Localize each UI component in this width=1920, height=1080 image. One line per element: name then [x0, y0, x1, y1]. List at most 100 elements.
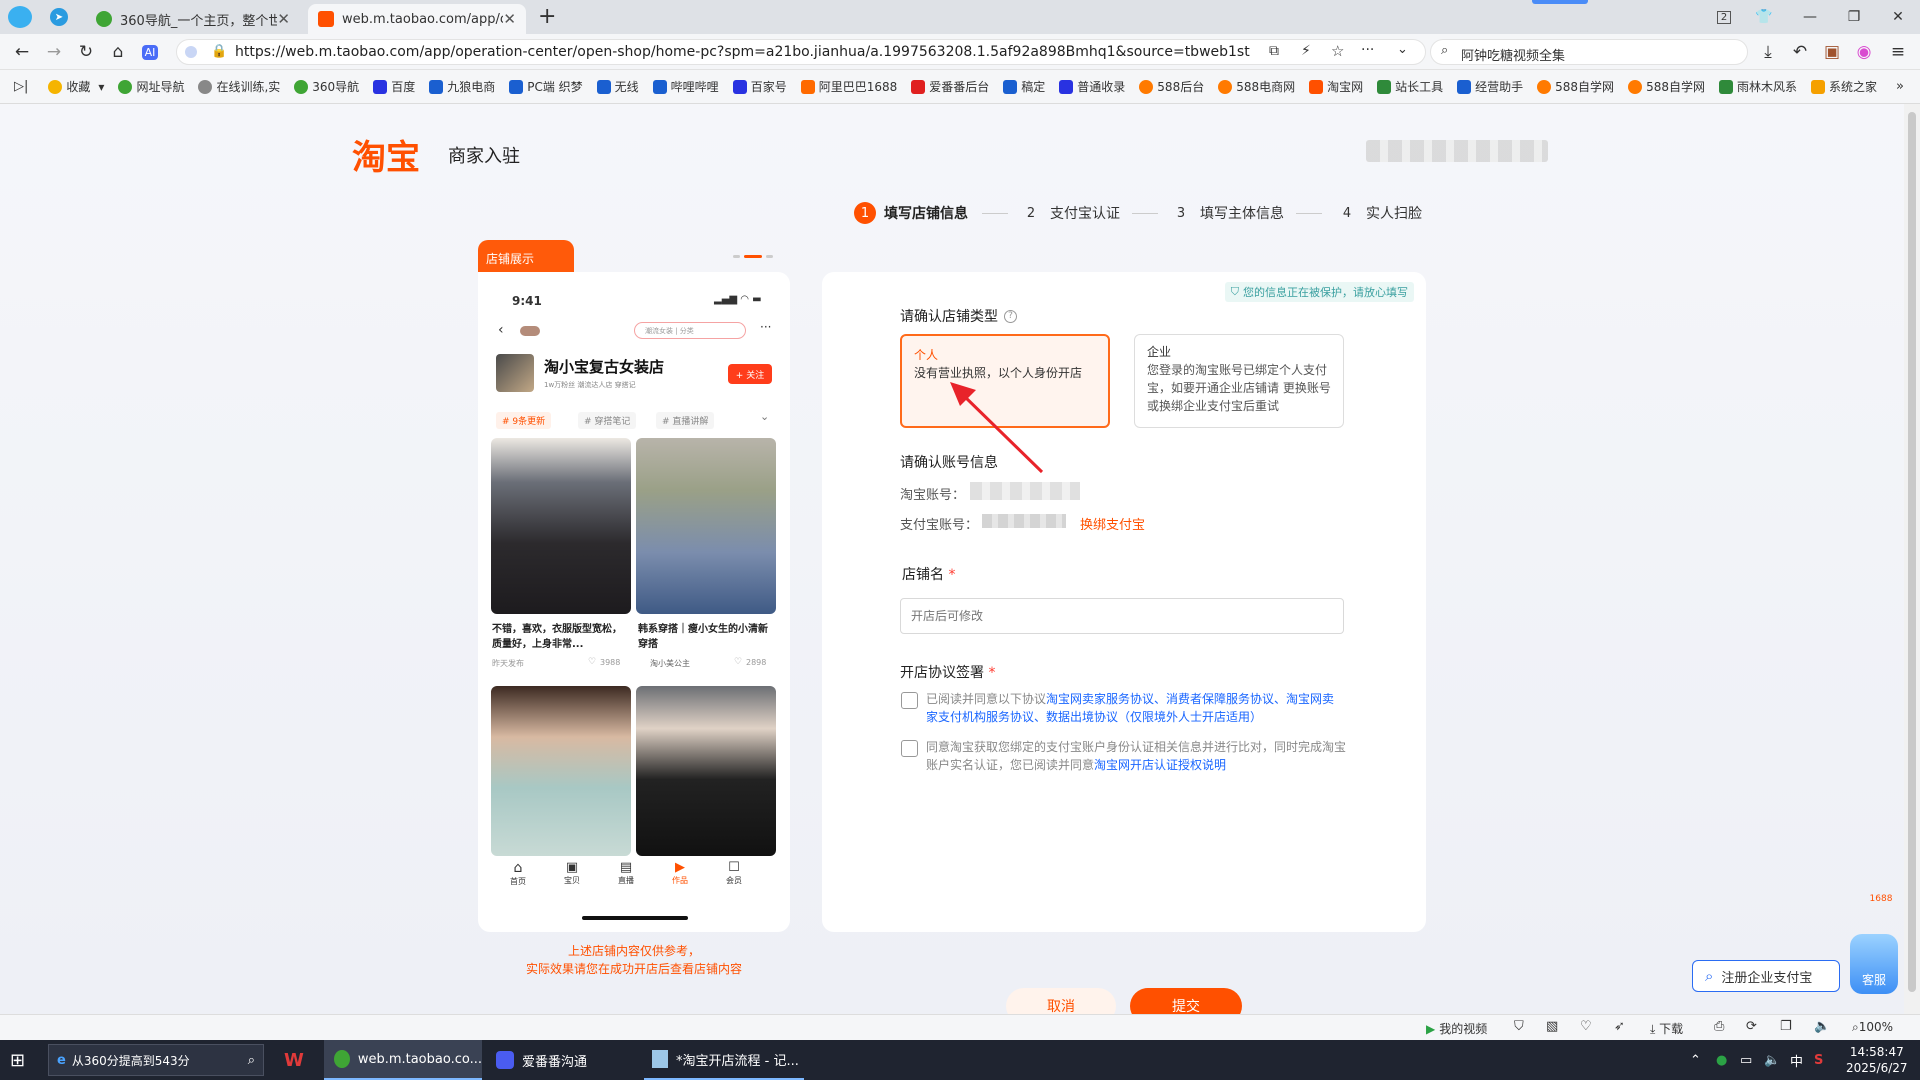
close-icon[interactable]: ✕: [503, 10, 516, 28]
tab-count-badge[interactable]: 2: [1704, 4, 1744, 30]
site-info-icon[interactable]: [185, 46, 197, 58]
telegram-icon[interactable]: ➤: [50, 8, 68, 26]
chevron-up-icon[interactable]: ⌃: [1690, 1040, 1701, 1080]
url-bar[interactable]: 🔒 https://web.m.taobao.com/app/operation…: [176, 39, 1426, 65]
shop-type-enterprise[interactable]: 企业 您登录的淘宝账号已绑定个人支付宝，如要开通企业店铺请 更换账号或换绑企业支…: [1134, 334, 1344, 428]
bookmark-item[interactable]: 百家号: [732, 78, 787, 95]
volume-icon[interactable]: 🔈: [1764, 1040, 1780, 1080]
lightning-icon[interactable]: ⚡: [1301, 43, 1311, 59]
page-scrollbar[interactable]: [1904, 104, 1920, 1014]
bookmark-item[interactable]: 588电商网: [1218, 78, 1295, 95]
tab-taobao[interactable]: web.m.taobao.com/app/op ✕: [308, 4, 526, 34]
restore-icon[interactable]: ❐: [1834, 4, 1874, 30]
chevron-down-icon[interactable]: ⌄: [1397, 42, 1408, 57]
bookmark-item[interactable]: 收藏 ▾: [48, 78, 104, 95]
bookmark-item[interactable]: 雨林木风系: [1718, 78, 1797, 95]
bookmark-item[interactable]: 淘宝网: [1309, 78, 1363, 95]
network-icon[interactable]: ▭: [1740, 1040, 1752, 1080]
search-box[interactable]: ⌕ 阿钟吃糖视频全集: [1430, 39, 1748, 65]
ai-icon[interactable]: AI: [138, 40, 162, 64]
bookmark-item[interactable]: 爱番番后台: [911, 78, 989, 95]
rebind-alipay-link[interactable]: 换绑支付宝: [1080, 514, 1145, 533]
carousel-dot-active[interactable]: [744, 255, 762, 258]
new-tab-button[interactable]: +: [538, 4, 556, 29]
sidebar-toggle-icon[interactable]: ▷|: [14, 79, 28, 94]
screenshot-icon[interactable]: ⧉: [1269, 43, 1279, 59]
back-icon[interactable]: ←: [10, 40, 34, 64]
window-icon[interactable]: ❐: [1780, 1019, 1792, 1034]
browser-logo-icon[interactable]: [8, 6, 32, 28]
rocket-icon[interactable]: ➶: [1614, 1019, 1625, 1034]
bookmark-item[interactable]: 网址导航: [118, 78, 184, 95]
briefcase-icon[interactable]: ▣: [1820, 40, 1844, 64]
start-button[interactable]: ⊞: [10, 1040, 25, 1080]
bookmark-item[interactable]: 588后台: [1139, 78, 1204, 95]
forward-icon[interactable]: →: [42, 40, 66, 64]
minimize-icon[interactable]: —: [1790, 4, 1830, 30]
chevron-down-icon[interactable]: ▾: [98, 80, 104, 94]
bookmark-item[interactable]: 稿定: [1003, 78, 1045, 95]
bookmark-item[interactable]: PC端 织梦: [509, 78, 583, 95]
carousel-dot[interactable]: [733, 255, 740, 258]
taskbar-app-browser[interactable]: web.m.taobao.co...: [324, 1040, 482, 1080]
taskbar-search[interactable]: e 从360分提高到543分 ⌕: [48, 1044, 264, 1076]
carousel-dot[interactable]: [766, 255, 773, 258]
my-video-button[interactable]: ▶ 我的视频: [1426, 1020, 1487, 1037]
taskbar-app-notepad[interactable]: *淘宝开店流程 - 记...: [644, 1040, 804, 1080]
taskbar-app-aifanfan[interactable]: 爱番番沟通: [490, 1040, 636, 1080]
bookmark-item[interactable]: 普通收录: [1059, 78, 1125, 95]
bookmark-item[interactable]: 哔哩哔哩: [652, 78, 719, 95]
reload-icon[interactable]: ↻: [74, 40, 98, 64]
bookmark-item[interactable]: 在线训练,实: [198, 78, 280, 95]
bookmark-label: 无线: [614, 80, 639, 94]
bookmark-item[interactable]: 九狼电商: [429, 78, 495, 95]
agreement-checkbox-2[interactable]: [901, 740, 918, 757]
bookmark-item[interactable]: 系统之家: [1810, 78, 1877, 95]
more-bookmarks-icon[interactable]: »: [1896, 79, 1904, 94]
heart-icon[interactable]: ♡: [1580, 1019, 1592, 1034]
scrollbar-thumb[interactable]: [1908, 112, 1916, 992]
image-icon[interactable]: ▧: [1546, 1019, 1558, 1034]
shop-name-input[interactable]: [900, 598, 1344, 634]
undo-icon[interactable]: ↶: [1788, 40, 1812, 64]
url-text[interactable]: https://web.m.taobao.com/app/operation-c…: [235, 44, 1250, 60]
volume-icon[interactable]: 🔈: [1814, 1019, 1830, 1034]
tab-360[interactable]: 360导航_一个主页，整个世界 ✕: [86, 4, 300, 34]
taobao-logo[interactable]: 淘宝: [352, 130, 420, 179]
clock[interactable]: 14:58:47 2025/6/27: [1846, 1040, 1908, 1080]
bookmark-item[interactable]: 阿里巴巴1688: [800, 78, 897, 95]
more-icon[interactable]: ···: [1361, 42, 1374, 58]
refresh-icon[interactable]: ⟳: [1746, 1019, 1757, 1034]
help-icon[interactable]: ?: [1004, 309, 1017, 323]
printer-icon[interactable]: ⎙: [1714, 1019, 1724, 1034]
star-icon[interactable]: ☆: [1331, 42, 1344, 60]
register-alipay-button[interactable]: ⌕ 注册企业支付宝: [1692, 960, 1840, 992]
user-info-blurred[interactable]: [1366, 140, 1548, 162]
bookmark-item[interactable]: 360导航: [294, 78, 359, 95]
zoom-control[interactable]: ⌕100%: [1852, 1020, 1893, 1035]
shield-icon[interactable]: ⛉: [1514, 1019, 1524, 1034]
download-button[interactable]: ⤓ 下载: [1650, 1020, 1683, 1037]
carousel-dots[interactable]: [733, 255, 773, 258]
extension-icon[interactable]: ◉: [1852, 40, 1876, 64]
bookmark-item[interactable]: 百度: [373, 78, 415, 95]
close-icon[interactable]: ✕: [277, 10, 290, 28]
download-icon[interactable]: ⤓: [1756, 40, 1780, 64]
badge-1688-icon[interactable]: 1688: [1866, 894, 1896, 904]
customer-service-button[interactable]: 客服: [1850, 934, 1898, 994]
bookmark-item[interactable]: 588自学网: [1537, 78, 1614, 95]
wps-icon[interactable]: W: [284, 1040, 304, 1080]
agreement-checkbox-1[interactable]: [901, 692, 918, 709]
agreement-link[interactable]: 淘宝网开店认证授权说明: [1094, 758, 1226, 772]
bookmark-item[interactable]: 经营助手: [1457, 78, 1523, 95]
sogou-icon[interactable]: S: [1814, 1040, 1823, 1080]
home-icon[interactable]: ⌂: [106, 40, 130, 64]
skin-icon[interactable]: 👕: [1744, 4, 1784, 30]
close-window-icon[interactable]: ✕: [1878, 4, 1918, 30]
bookmark-item[interactable]: 588自学网: [1628, 78, 1705, 95]
menu-icon[interactable]: ≡: [1886, 40, 1910, 64]
bookmark-item[interactable]: 无线: [596, 78, 639, 95]
wechat-icon[interactable]: ●: [1716, 1040, 1727, 1080]
ime-indicator[interactable]: 中: [1790, 1040, 1803, 1080]
bookmark-item[interactable]: 站长工具: [1377, 78, 1443, 95]
